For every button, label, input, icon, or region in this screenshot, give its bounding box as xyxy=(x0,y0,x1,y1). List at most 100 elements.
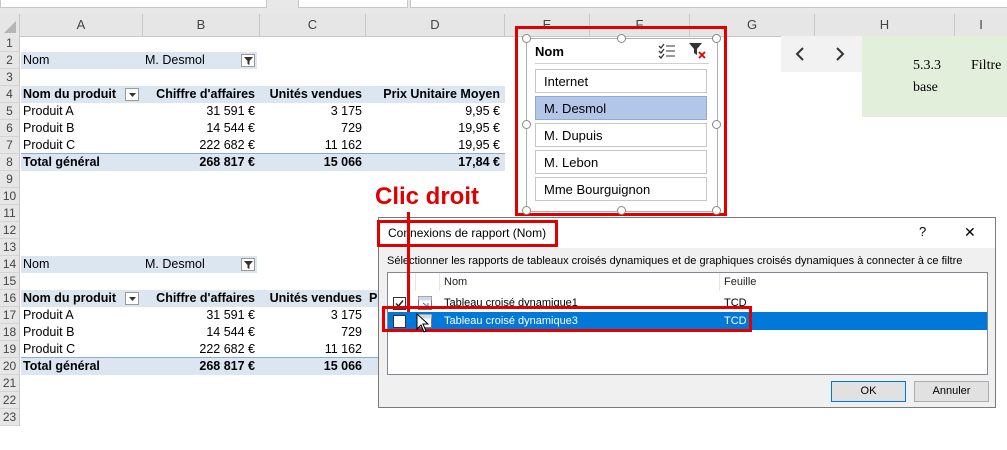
resize-handle[interactable] xyxy=(617,206,626,215)
resize-handle[interactable] xyxy=(617,34,626,43)
resize-handle[interactable] xyxy=(522,34,531,43)
row-header[interactable]: 3 xyxy=(0,69,20,86)
filter-label[interactable]: Nom xyxy=(23,52,141,69)
row-header[interactable]: 8 xyxy=(0,154,20,171)
row-header[interactable]: 11 xyxy=(0,205,20,222)
revenue-cell[interactable]: 14 544 € xyxy=(143,120,255,137)
product-cell[interactable]: Produit A xyxy=(23,103,74,120)
row-header[interactable]: 19 xyxy=(0,341,20,358)
row-header[interactable]: 15 xyxy=(0,273,20,290)
product-cell[interactable]: Produit B xyxy=(23,324,74,341)
row-header[interactable]: 7 xyxy=(0,137,20,154)
resize-handle[interactable] xyxy=(522,206,531,215)
row-header[interactable]: 17 xyxy=(0,307,20,324)
slicer-item-internet[interactable]: Internet xyxy=(535,69,707,93)
total-revenue[interactable]: 268 817 € xyxy=(143,358,255,375)
formula-input[interactable] xyxy=(410,0,1007,8)
units-cell[interactable]: 11 162 xyxy=(260,137,362,154)
revenue-cell[interactable]: 31 591 € xyxy=(143,103,255,120)
filter-dropdown-button[interactable] xyxy=(241,54,255,67)
row-header[interactable]: 2 xyxy=(0,52,20,69)
row-header[interactable]: 18 xyxy=(0,324,20,341)
resize-handle[interactable] xyxy=(712,120,721,129)
price-cell[interactable]: 9,95 € xyxy=(366,103,500,120)
column-header-i[interactable]: I xyxy=(955,14,1007,36)
select-all-corner[interactable] xyxy=(0,14,20,36)
price-cell[interactable]: 19,95 € xyxy=(366,137,500,154)
row-header[interactable]: 4 xyxy=(0,86,20,103)
filter-label[interactable]: Nom xyxy=(23,256,141,273)
row-header[interactable]: 12 xyxy=(0,222,20,239)
resize-handle[interactable] xyxy=(522,120,531,129)
units-cell[interactable]: 11 162 xyxy=(260,341,362,358)
chevron-right-icon[interactable] xyxy=(834,47,846,61)
row-header[interactable]: 9 xyxy=(0,171,20,188)
total-revenue[interactable]: 268 817 € xyxy=(143,154,255,171)
row-header[interactable]: 16 xyxy=(0,290,20,307)
total-units[interactable]: 15 066 xyxy=(260,154,362,171)
cancel-button[interactable]: Annuler xyxy=(914,381,989,402)
total-label[interactable]: Total général xyxy=(23,154,100,171)
column-header-h[interactable]: H xyxy=(815,14,955,36)
close-button[interactable]: ✕ xyxy=(964,224,976,241)
revenue-cell[interactable]: 31 591 € xyxy=(143,307,255,324)
row-header[interactable]: 13 xyxy=(0,239,20,256)
price-cell[interactable]: 19,95 € xyxy=(366,120,500,137)
slicer-item-mme-bourguignon[interactable]: Mme Bourguignon xyxy=(535,177,707,201)
row-header[interactable]: 22 xyxy=(0,392,20,409)
filter-value[interactable]: M. Desmol xyxy=(145,256,235,273)
units-cell[interactable]: 3 175 xyxy=(260,307,362,324)
multi-select-icon[interactable] xyxy=(658,43,676,59)
row-field-header[interactable]: Nom du produit xyxy=(23,290,123,307)
column-header-d[interactable]: D xyxy=(366,14,505,36)
column-header-units[interactable]: Unités vendues xyxy=(260,290,362,307)
units-cell[interactable]: 3 175 xyxy=(260,103,362,120)
row-header[interactable]: 20 xyxy=(0,358,20,375)
filter-dropdown-button[interactable] xyxy=(241,258,255,271)
ok-button[interactable]: OK xyxy=(831,381,906,402)
list-header-name[interactable]: Nom xyxy=(440,273,720,291)
revenue-cell[interactable]: 222 682 € xyxy=(143,137,255,154)
column-header-revenue[interactable]: Chiffre d'affaires xyxy=(143,86,255,103)
clear-filter-icon[interactable] xyxy=(688,42,706,59)
revenue-cell[interactable]: 222 682 € xyxy=(143,341,255,358)
row-header[interactable]: 14 xyxy=(0,256,20,273)
units-cell[interactable]: 729 xyxy=(260,120,362,137)
total-label[interactable]: Total général xyxy=(23,358,100,375)
row-header[interactable]: 21 xyxy=(0,375,20,392)
row-field-dropdown-button[interactable] xyxy=(125,292,139,305)
resize-handle[interactable] xyxy=(712,206,721,215)
slicer-item-m-dupuis[interactable]: M. Dupuis xyxy=(535,123,707,147)
column-header-revenue[interactable]: Chiffre d'affaires xyxy=(143,290,255,307)
row-header[interactable]: 5 xyxy=(0,103,20,120)
product-cell[interactable]: Produit A xyxy=(23,307,74,324)
column-header-a[interactable]: A xyxy=(20,14,143,36)
column-header-avg-price[interactable]: Prix Unitaire Moyen xyxy=(366,86,500,103)
units-cell[interactable]: 729 xyxy=(260,324,362,341)
name-box[interactable] xyxy=(0,0,267,8)
column-header-b[interactable]: B xyxy=(143,14,260,36)
row-header[interactable]: 10 xyxy=(0,188,20,205)
revenue-cell[interactable]: 14 544 € xyxy=(143,324,255,341)
filter-value[interactable]: M. Desmol xyxy=(145,52,235,69)
column-header-c[interactable]: C xyxy=(260,14,366,36)
resize-handle[interactable] xyxy=(712,34,721,43)
product-cell[interactable]: Produit C xyxy=(23,341,75,358)
product-cell[interactable]: Produit C xyxy=(23,137,75,154)
slicer-item-m-lebon[interactable]: M. Lebon xyxy=(535,150,707,174)
total-price[interactable]: 17,84 € xyxy=(366,154,500,171)
product-cell[interactable]: Produit B xyxy=(23,120,74,137)
total-units[interactable]: 15 066 xyxy=(260,358,362,375)
dialog-resize-grip[interactable] xyxy=(988,394,994,406)
row-header[interactable]: 1 xyxy=(0,35,20,52)
formula-function-area[interactable] xyxy=(298,0,408,8)
list-header-sheet[interactable]: Feuille xyxy=(720,273,988,291)
row-field-header[interactable]: Nom du produit xyxy=(23,86,123,103)
row-header[interactable]: 6 xyxy=(0,120,20,137)
slicer-item-m-desmol[interactable]: M. Desmol xyxy=(535,96,707,120)
column-header-units[interactable]: Unités vendues xyxy=(260,86,362,103)
row-header[interactable]: 23 xyxy=(0,409,20,426)
chevron-left-icon[interactable] xyxy=(794,47,806,61)
slicer-nom[interactable]: Nom Internet M. Desmol M. Dupuis M. Lebo… xyxy=(526,38,718,212)
help-button[interactable]: ? xyxy=(919,224,926,239)
